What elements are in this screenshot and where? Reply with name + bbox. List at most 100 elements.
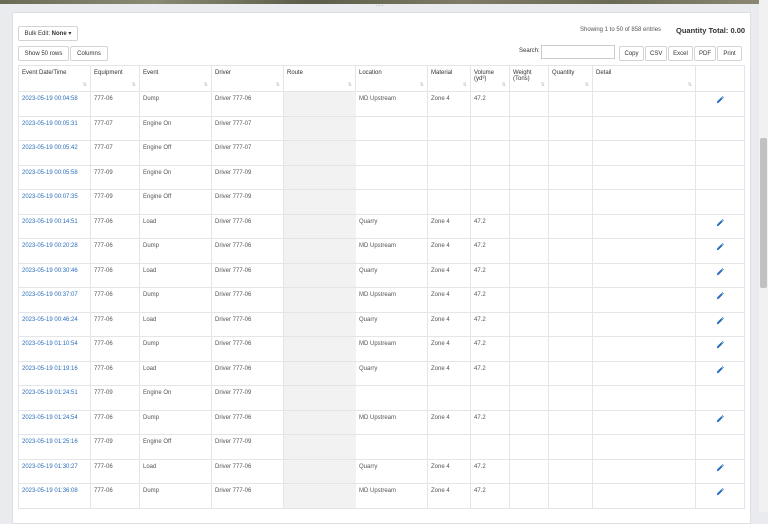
pencil-icon[interactable] bbox=[716, 488, 724, 496]
table-row[interactable]: 2023-05-19 00:30:46 777-06 Load Driver 777-… bbox=[18, 262, 745, 288]
cell-edit[interactable] bbox=[695, 262, 745, 288]
column-header[interactable]: Event Date/Time ⇅ bbox=[18, 65, 91, 92]
pencil-icon[interactable] bbox=[716, 243, 724, 251]
pencil-icon[interactable] bbox=[716, 316, 724, 325]
page-scrollbar[interactable] bbox=[759, 0, 768, 512]
column-header[interactable]: Material ⇅ bbox=[427, 65, 471, 92]
drag-handle-icon[interactable]: ⋯ bbox=[372, 2, 386, 10]
table-row[interactable]: 2023-05-19 01:30:27 777-06 Load Driver 777-… bbox=[18, 458, 745, 484]
pencil-icon[interactable] bbox=[716, 218, 724, 227]
cell-datetime[interactable]: 2023-05-19 00:04:58 bbox=[18, 91, 91, 117]
show-rows-button[interactable]: Show 50 rows bbox=[18, 46, 69, 61]
column-header[interactable] bbox=[695, 65, 745, 92]
scrollbar-thumb[interactable] bbox=[760, 138, 767, 288]
column-header[interactable]: Weight (Tons) ⇅ bbox=[509, 65, 549, 92]
cell-datetime[interactable]: 2023-05-19 00:30:46 bbox=[18, 262, 91, 288]
cell-datetime[interactable]: 2023-05-19 00:05:58 bbox=[18, 164, 91, 190]
excel-button[interactable]: Excel bbox=[668, 46, 693, 61]
cell-datetime[interactable]: 2023-05-19 00:20:28 bbox=[18, 238, 91, 264]
cell-datetime[interactable]: 2023-05-19 00:05:42 bbox=[18, 140, 91, 166]
cell-edit[interactable] bbox=[695, 458, 745, 484]
sort-icon[interactable]: ⇅ bbox=[83, 82, 87, 88]
table-row[interactable]: 2023-05-19 00:07:35 777-09 Engine Off Drive… bbox=[18, 189, 745, 215]
table-row[interactable]: 2023-05-19 01:24:54 777-06 Dump Driver 777-… bbox=[18, 409, 745, 435]
column-header[interactable]: Route ⇅ bbox=[283, 65, 356, 92]
cell-edit[interactable] bbox=[695, 91, 745, 117]
pencil-icon[interactable] bbox=[716, 463, 724, 472]
search-input[interactable] bbox=[541, 45, 615, 59]
table-row[interactable]: 2023-05-19 00:05:31 777-07 Engine On Driver… bbox=[18, 115, 745, 141]
cell-material bbox=[427, 189, 471, 215]
sort-icon[interactable]: ⇅ bbox=[585, 82, 589, 88]
table-row[interactable]: 2023-05-19 01:25:16 777-09 Engine Off Drive… bbox=[18, 434, 745, 460]
sort-icon[interactable]: ⇅ bbox=[502, 82, 506, 88]
cell-volume: 47.2 bbox=[470, 287, 510, 313]
sort-icon[interactable]: ⇅ bbox=[348, 82, 352, 88]
cell-datetime[interactable]: 2023-05-19 00:37:07 bbox=[18, 287, 91, 313]
cell-datetime[interactable]: 2023-05-19 01:25:16 bbox=[18, 434, 91, 460]
cell-datetime[interactable]: 2023-05-19 01:30:27 bbox=[18, 458, 91, 484]
cell-detail bbox=[592, 360, 696, 386]
sort-icon[interactable]: ⇅ bbox=[688, 82, 692, 88]
column-header-unit: (yd³) bbox=[474, 76, 487, 82]
pencil-icon[interactable] bbox=[716, 365, 724, 374]
table-row[interactable]: 2023-05-19 01:36:08 777-06 Dump Driver 777-… bbox=[18, 483, 745, 509]
sort-icon[interactable]: ⇅ bbox=[204, 82, 208, 88]
columns-button[interactable]: Columns bbox=[70, 46, 108, 61]
cell-edit[interactable] bbox=[695, 238, 745, 264]
csv-button[interactable]: CSV bbox=[645, 46, 667, 61]
cell-edit[interactable] bbox=[695, 409, 745, 435]
cell-edit[interactable] bbox=[695, 311, 745, 337]
cell-datetime[interactable]: 2023-05-19 00:14:51 bbox=[18, 213, 91, 239]
column-header[interactable]: Detail ⇅ bbox=[592, 65, 696, 92]
table-row[interactable]: 2023-05-19 00:14:51 777-06 Load Driver 777-… bbox=[18, 213, 745, 239]
pencil-icon[interactable] bbox=[716, 267, 724, 276]
column-header[interactable]: Volume (yd³) ⇅ bbox=[470, 65, 510, 92]
sort-icon[interactable]: ⇅ bbox=[463, 82, 467, 88]
cell-datetime[interactable]: 2023-05-19 00:46:24 bbox=[18, 311, 91, 337]
cell-datetime[interactable]: 2023-05-19 00:07:35 bbox=[18, 189, 91, 215]
cell-datetime[interactable]: 2023-05-19 00:05:31 bbox=[18, 115, 91, 141]
pencil-icon[interactable] bbox=[716, 341, 724, 349]
sort-icon[interactable]: ⇅ bbox=[541, 82, 545, 88]
cell-edit[interactable] bbox=[695, 336, 745, 362]
cell-edit[interactable] bbox=[695, 213, 745, 239]
pencil-icon[interactable] bbox=[716, 414, 724, 423]
sort-icon[interactable]: ⇅ bbox=[420, 82, 424, 88]
table-row[interactable]: 2023-05-19 01:10:54 777-06 Dump Driver 777-… bbox=[18, 336, 745, 362]
column-header[interactable]: Driver ⇅ bbox=[211, 65, 284, 92]
table-row[interactable]: 2023-05-19 00:46:24 777-06 Load Driver 777-… bbox=[18, 311, 745, 337]
column-header[interactable]: Quantity ⇅ bbox=[548, 65, 593, 92]
cell-datetime[interactable]: 2023-05-19 01:24:54 bbox=[18, 409, 91, 435]
cell-event: Dump bbox=[139, 336, 212, 362]
table-row[interactable]: 2023-05-19 00:05:58 777-09 Engine On Driver… bbox=[18, 164, 745, 190]
cell-quantity bbox=[548, 360, 593, 386]
cell-datetime[interactable]: 2023-05-19 01:24:51 bbox=[18, 385, 91, 411]
table-row[interactable]: 2023-05-19 00:37:07 777-06 Dump Driver 777-… bbox=[18, 287, 745, 313]
column-header[interactable]: Location ⇅ bbox=[355, 65, 428, 92]
cell-edit[interactable] bbox=[695, 483, 745, 509]
pdf-button[interactable]: PDF bbox=[694, 46, 716, 61]
table-row[interactable]: 2023-05-19 00:04:58 777-06 Dump Driver 777-… bbox=[18, 91, 745, 117]
cell-edit[interactable] bbox=[695, 287, 745, 313]
cell-datetime[interactable]: 2023-05-19 01:36:08 bbox=[18, 483, 91, 509]
cell-driver: Driver 777-06 bbox=[211, 409, 284, 435]
table-row[interactable]: 2023-05-19 01:24:51 777-09 Engine On Driver… bbox=[18, 385, 745, 411]
cell-edit[interactable] bbox=[695, 360, 745, 386]
print-button[interactable]: Print bbox=[717, 46, 742, 61]
cell-route bbox=[283, 115, 356, 141]
sort-icon[interactable]: ⇅ bbox=[276, 82, 280, 88]
cell-datetime[interactable]: 2023-05-19 01:19:16 bbox=[18, 360, 91, 386]
cell-material bbox=[427, 164, 471, 190]
sort-icon[interactable]: ⇅ bbox=[132, 82, 136, 88]
column-header[interactable]: Equipment ⇅ bbox=[90, 65, 140, 92]
copy-button[interactable]: Copy bbox=[619, 46, 644, 61]
bulk-edit-dropdown[interactable]: Bulk Edit: None ▾ bbox=[18, 26, 78, 41]
pencil-icon[interactable] bbox=[716, 292, 724, 300]
cell-datetime[interactable]: 2023-05-19 01:10:54 bbox=[18, 336, 91, 362]
column-header[interactable]: Event ⇅ bbox=[139, 65, 212, 92]
pencil-icon[interactable] bbox=[716, 96, 724, 104]
table-row[interactable]: 2023-05-19 01:19:16 777-06 Load Driver 777-… bbox=[18, 360, 745, 386]
table-row[interactable]: 2023-05-19 00:20:28 777-06 Dump Driver 777-… bbox=[18, 238, 745, 264]
table-row[interactable]: 2023-05-19 00:05:42 777-07 Engine Off Drive… bbox=[18, 140, 745, 166]
